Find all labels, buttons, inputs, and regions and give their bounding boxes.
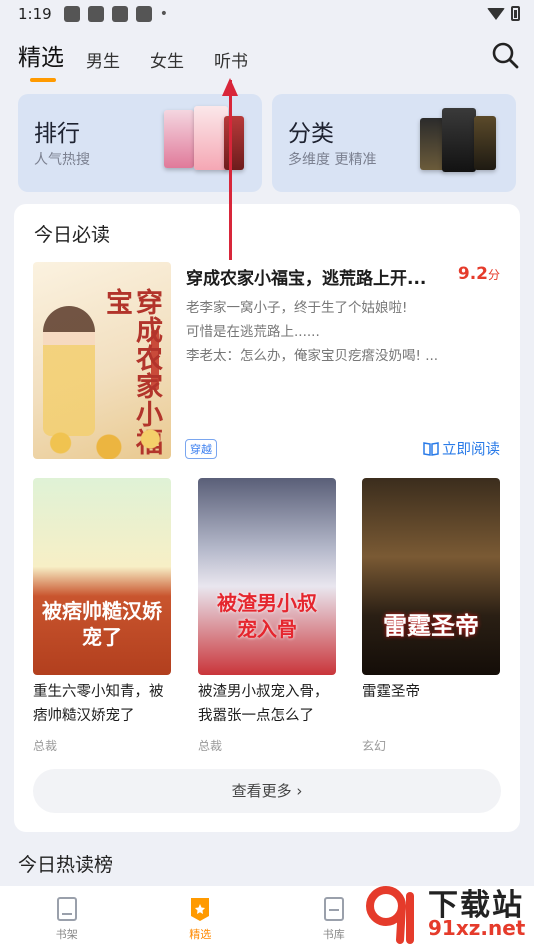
notification-icon [63, 6, 80, 22]
notification-icon [135, 6, 152, 22]
book-cover-title: 雷霆圣帝 [383, 612, 479, 640]
ranking-title: 排行 [34, 121, 80, 147]
status-time: 1:19 [18, 5, 52, 23]
nav-featured[interactable]: 精选 [134, 886, 268, 950]
description-line: 李老太：怎么办，俺家宝贝疙瘩没奶喝! ... [186, 348, 439, 364]
book-item[interactable]: 雷霆圣帝 雷霆圣帝 玄幻 [362, 478, 502, 754]
ranking-book-thumb [194, 106, 228, 170]
tab-male[interactable]: 男生 [86, 47, 120, 78]
watermark-url: 91xz.net [428, 916, 526, 940]
book-title: 重生六零小知青，被痞帅糙汉娇宠了 [33, 684, 164, 724]
view-more-button[interactable]: 查看更多 › [33, 769, 501, 813]
search-icon[interactable] [490, 40, 520, 70]
ranking-book-thumb [164, 110, 194, 168]
today-must-read-card: 今日必读 穿成农家小福宝 穿成农家小福宝，逃荒路上开... 9.2分 老李家一窝… [14, 204, 520, 832]
book-item[interactable]: 被渣男小叔宠入骨 被渣男小叔宠入骨，我嚣张一点怎么了 总裁 [198, 478, 338, 754]
nav-label: 书架 [55, 928, 78, 941]
book-title: 雷霆圣帝 [362, 684, 420, 700]
book-genre: 总裁 [33, 739, 58, 753]
nav-label: 书库 [322, 928, 345, 941]
wifi-icon [487, 7, 505, 20]
top-tabs: 精选 男生 女生 听书 [18, 38, 278, 82]
book-cover: 雷霆圣帝 [362, 478, 500, 675]
book-genre: 总裁 [198, 739, 223, 753]
book-cover: 被渣男小叔宠入骨 [198, 478, 336, 675]
tab-featured[interactable]: 精选 [18, 38, 64, 82]
watermark-logo [366, 886, 414, 944]
annotation-arrow-line [229, 80, 232, 260]
category-book-thumb [474, 116, 496, 170]
notification-icon [111, 6, 128, 22]
ranking-card[interactable]: 排行 人气热搜 [18, 94, 262, 192]
status-bar: 1:19 • [0, 0, 534, 28]
featured-book-title[interactable]: 穿成农家小福宝，逃荒路上开... [186, 264, 426, 289]
read-now-button[interactable]: 立即阅读 [423, 438, 500, 459]
chevron-right-icon: › [296, 782, 303, 800]
cover-illustration [43, 306, 95, 436]
site-watermark: 下载站 91xz.net [360, 878, 530, 948]
score-unit: 分 [487, 268, 500, 282]
tab-audiobook[interactable]: 听书 [214, 47, 248, 78]
ranking-subtitle: 人气热搜 [34, 152, 90, 168]
annotation-arrow-head [222, 78, 238, 96]
featured-icon [191, 898, 210, 921]
nav-bookshelf[interactable]: 书架 [0, 886, 134, 950]
more-notifications-icon: • [159, 6, 168, 22]
description-line: 可惜是在逃荒路上...... [186, 324, 320, 340]
tab-female[interactable]: 女生 [150, 47, 184, 78]
score-value: 9.2 [457, 264, 488, 284]
description-line: 老李家一窝小子，终于生了个姑娘啦! [186, 300, 408, 316]
featured-book-cover[interactable]: 穿成农家小福宝 [33, 262, 171, 459]
category-title: 分类 [288, 121, 334, 147]
section-title: 今日必读 [34, 224, 111, 246]
book-item[interactable]: 被痞帅糙汉娇宠了 重生六零小知青，被痞帅糙汉娇宠了 总裁 [33, 478, 173, 754]
featured-book-score: 9.2分 [458, 264, 500, 284]
book-cover: 被痞帅糙汉娇宠了 [33, 478, 171, 675]
hot-ranking-title: 今日热读榜 [18, 854, 114, 876]
ranking-book-thumb [224, 116, 244, 170]
battery-icon [511, 6, 520, 21]
library-icon [323, 897, 344, 921]
book-genre: 玄幻 [362, 739, 387, 753]
category-subtitle: 多维度 更精准 [288, 152, 377, 168]
read-now-label: 立即阅读 [442, 442, 500, 458]
cover-illustration [33, 419, 171, 459]
category-card[interactable]: 分类 多维度 更精准 [272, 94, 516, 192]
nav-label: 精选 [189, 928, 212, 941]
book-cover-title: 被痞帅糙汉娇宠了 [42, 599, 162, 649]
genre-tag: 穿越 [185, 439, 217, 459]
view-more-label: 查看更多 [231, 782, 292, 800]
app-icon [87, 6, 104, 22]
book-title: 被渣男小叔宠入骨，我嚣张一点怎么了 [198, 684, 329, 724]
featured-book-description: 老李家一窝小子，终于生了个姑娘啦! 可惜是在逃荒路上...... 李老太：怎么办… [186, 296, 486, 368]
book-cover-title: 被渣男小叔宠入骨 [217, 591, 317, 641]
category-book-thumb [442, 108, 476, 172]
bookshelf-icon [56, 897, 77, 921]
book-open-icon [423, 441, 439, 456]
